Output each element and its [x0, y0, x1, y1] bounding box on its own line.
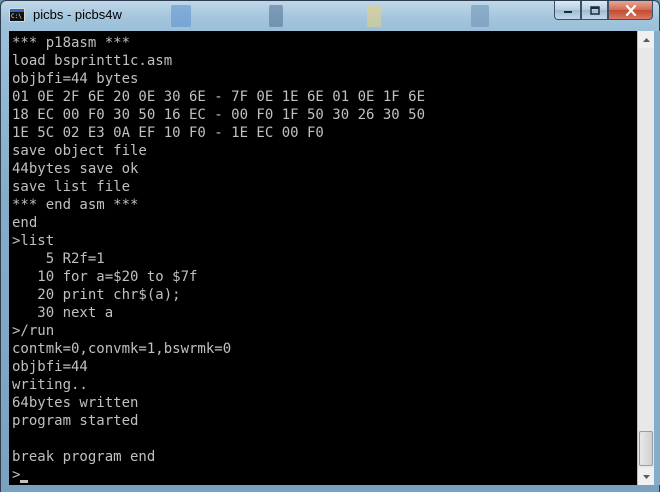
prompt-line[interactable]: > — [12, 466, 637, 484]
console-line: break program end — [12, 449, 156, 465]
console-line: >list — [12, 233, 55, 249]
console-line: 20 print chr$(a); — [12, 287, 181, 303]
window-frame-bottom — [1, 485, 659, 492]
vertical-scrollbar[interactable] — [637, 31, 654, 485]
background-desktop-icon — [269, 5, 283, 27]
window-controls — [554, 1, 653, 21]
scroll-down-button[interactable] — [638, 468, 654, 485]
background-desktop-icon — [471, 5, 489, 27]
console-line: end — [12, 215, 38, 231]
window-title: picbs - picbs4w — [33, 7, 122, 22]
minimize-button[interactable] — [554, 1, 581, 20]
text-cursor — [20, 480, 28, 483]
scroll-up-button[interactable] — [638, 31, 654, 48]
console-line: objbfi=44 — [12, 359, 88, 375]
console-line: *** end asm *** — [12, 197, 139, 213]
console-window: C:\ picbs - picbs4w *** p18asm *** load … — [0, 0, 660, 492]
maximize-button[interactable] — [581, 1, 608, 20]
console-line: 10 for a=$20 to $7f — [12, 269, 198, 285]
console-line: *** p18asm *** — [12, 35, 131, 51]
console-line: 18 EC 00 F0 30 50 16 EC - 00 F0 1F 50 30… — [12, 107, 426, 123]
console-line: >/run — [12, 323, 55, 339]
console-lines: *** p18asm *** load bsprintt1c.asm objbf… — [12, 34, 637, 484]
console-line: writing.. — [12, 377, 88, 393]
console-line: save list file — [12, 179, 131, 195]
scrollbar-thumb[interactable] — [639, 431, 653, 466]
minimize-icon — [563, 11, 572, 13]
title-bar[interactable]: C:\ picbs - picbs4w — [1, 1, 659, 31]
console-line: objbfi=44 bytes — [12, 71, 139, 87]
console-line: 30 next a — [12, 305, 114, 321]
background-desktop-icon — [367, 5, 381, 27]
console-app-icon[interactable]: C:\ — [9, 8, 25, 22]
console-line: 64bytes written — [12, 395, 139, 411]
close-icon — [625, 4, 636, 16]
console-line: load bsprintt1c.asm — [12, 53, 173, 69]
close-button[interactable] — [608, 1, 653, 20]
console-line: 1E 5C 02 E3 0A EF 10 F0 - 1E EC 00 F0 — [12, 125, 324, 141]
scroll-up-arrow-icon — [642, 37, 650, 42]
window-frame-right — [654, 31, 660, 485]
maximize-icon — [589, 5, 600, 15]
console-line: 01 0E 2F 6E 20 0E 30 6E - 7F 0E 1E 6E 01… — [12, 89, 426, 105]
console-line: 5 R2f=1 — [12, 251, 105, 267]
console-line: 44bytes save ok — [12, 161, 139, 177]
console-line: contmk=0,convmk=1,bswrmk=0 — [12, 341, 232, 357]
background-desktop-icon — [171, 5, 191, 27]
scroll-down-arrow-icon — [642, 474, 650, 479]
console-line: program started — [12, 413, 139, 429]
console-line: save object file — [12, 143, 147, 159]
console-output[interactable]: *** p18asm *** load bsprintt1c.asm objbf… — [9, 31, 637, 485]
